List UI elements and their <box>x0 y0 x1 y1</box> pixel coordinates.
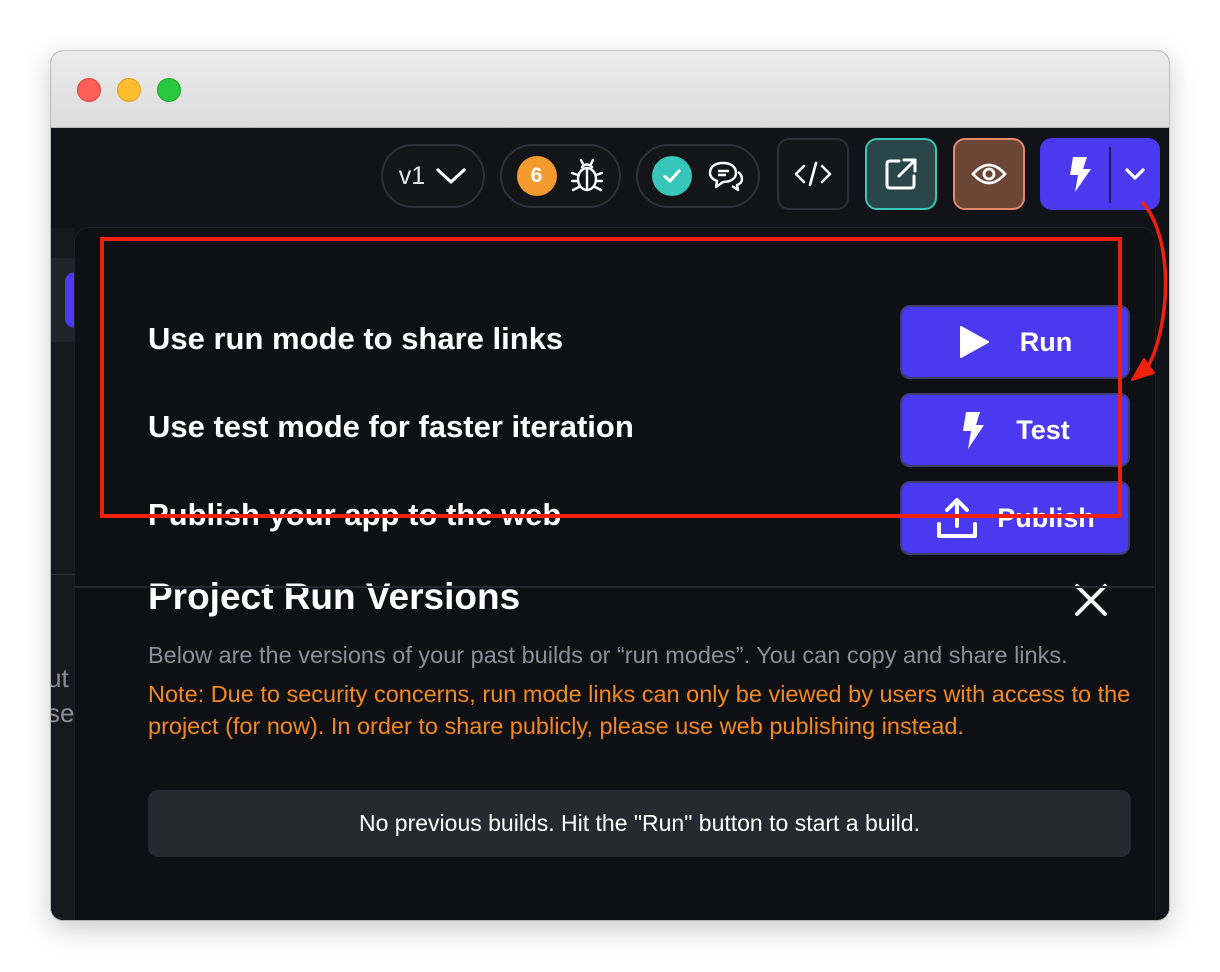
chevron-down-icon <box>435 166 467 186</box>
debug-issues-button[interactable]: 6 <box>500 144 621 208</box>
empty-builds-text: No previous builds. Hit the "Run" button… <box>359 810 920 836</box>
partial-text: se <box>51 698 75 728</box>
run-button-label: Run <box>1019 326 1073 357</box>
partial-text: ut <box>51 663 69 693</box>
publish-row: Publish your app to the web Publish <box>148 481 1132 555</box>
minimize-window-button[interactable] <box>117 78 141 102</box>
issue-count-badge: 6 <box>516 156 557 196</box>
security-note: Note: Due to security concerns, run mode… <box>148 681 1131 739</box>
publish-button[interactable]: Publish <box>900 481 1130 555</box>
divider <box>51 574 75 575</box>
test-mode-row: Use test mode for faster iteration Test <box>148 393 1132 467</box>
test-mode-label: Use test mode for faster iteration <box>148 409 634 444</box>
preview-button[interactable] <box>953 138 1025 210</box>
bug-icon <box>569 158 605 194</box>
test-button-label: Test <box>1016 414 1070 445</box>
run-button[interactable]: Run <box>900 305 1130 379</box>
zoom-window-button[interactable] <box>157 78 181 102</box>
close-window-button[interactable] <box>77 78 101 102</box>
app-window: v1 6 ut se Use run mode to share links R… <box>51 51 1169 920</box>
open-in-new-tab-button[interactable] <box>865 138 937 210</box>
upload-icon <box>935 496 979 540</box>
test-button[interactable]: Test <box>900 393 1130 467</box>
publish-button-label: Publish <box>997 502 1095 533</box>
eye-icon <box>971 162 1007 186</box>
run-mode-row: Use run mode to share links Run <box>148 305 1132 379</box>
left-panel-partial: ut se <box>51 228 75 920</box>
lightning-icon <box>960 410 986 450</box>
validation-comments-button[interactable] <box>636 144 760 208</box>
lightning-icon <box>1066 155 1094 193</box>
run-mode-dropdown: Use run mode to share links Run Use test… <box>75 228 1155 920</box>
run-mode-menu-button[interactable] <box>1040 138 1160 210</box>
check-icon <box>652 156 692 196</box>
run-mode-label: Use run mode to share links <box>148 321 564 356</box>
open-external-icon <box>883 156 919 192</box>
code-icon <box>794 160 832 188</box>
publish-label: Publish your app to the web <box>148 497 562 532</box>
view-code-button[interactable] <box>777 138 849 210</box>
section-title: Project Run Versions <box>148 576 521 617</box>
title-bar <box>51 51 1169 128</box>
chevron-down-icon[interactable] <box>1124 166 1146 182</box>
empty-builds-message: No previous builds. Hit the "Run" button… <box>148 790 1131 857</box>
app-content: v1 6 ut se Use run mode to share links R… <box>51 128 1169 920</box>
button-divider <box>1109 147 1111 203</box>
top-toolbar: v1 6 <box>51 128 1169 228</box>
chat-bubbles-icon <box>706 159 744 193</box>
version-selector[interactable]: v1 <box>381 144 485 208</box>
version-label: v1 <box>398 161 426 190</box>
section-divider <box>75 586 1155 588</box>
play-icon <box>958 325 990 359</box>
versions-description: Below are the versions of your past buil… <box>148 642 1068 668</box>
